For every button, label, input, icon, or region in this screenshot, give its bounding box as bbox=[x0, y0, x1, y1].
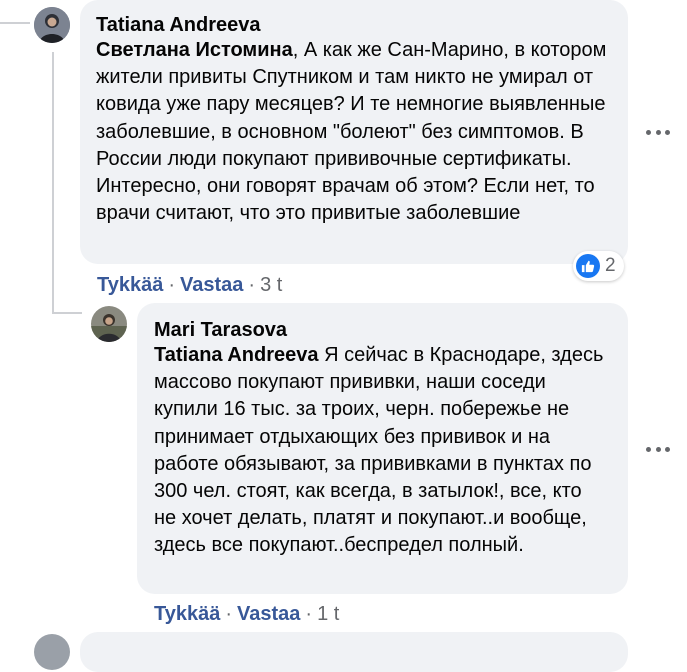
comment-author[interactable]: Tatiana Andreeva bbox=[96, 13, 261, 37]
comment-body: Я сейчас в Краснодаре, здесь массово пок… bbox=[154, 344, 604, 557]
comment-actions: Tykkää · Vastaa · 3 t bbox=[97, 273, 282, 297]
mention-link[interactable]: Tatiana Andreeva bbox=[154, 344, 319, 366]
reply-button[interactable]: Vastaa bbox=[180, 274, 243, 296]
comment-author[interactable]: Mari Tarasova bbox=[154, 318, 287, 342]
reaction-count: 2 bbox=[605, 255, 616, 276]
like-icon bbox=[576, 254, 600, 278]
reply-button[interactable]: Vastaa bbox=[237, 603, 300, 625]
like-button[interactable]: Tykkää bbox=[97, 274, 163, 296]
avatar[interactable] bbox=[91, 306, 127, 342]
comment-actions: Tykkää · Vastaa · 1 t bbox=[154, 602, 339, 626]
reaction-summary[interactable]: 2 bbox=[573, 251, 624, 281]
avatar[interactable] bbox=[34, 7, 70, 43]
separator: · bbox=[225, 603, 233, 625]
separator: · bbox=[305, 603, 313, 625]
like-button[interactable]: Tykkää bbox=[154, 603, 220, 625]
separator: · bbox=[168, 274, 176, 296]
timestamp[interactable]: 3 t bbox=[260, 274, 282, 296]
comment-text: Tatiana Andreeva Я сейчас в Краснодаре, … bbox=[154, 342, 606, 560]
timestamp[interactable]: 1 t bbox=[317, 603, 339, 625]
avatar[interactable] bbox=[34, 634, 70, 670]
more-options-icon[interactable] bbox=[646, 127, 670, 137]
thread-line-branch bbox=[52, 312, 82, 314]
separator: · bbox=[248, 274, 256, 296]
thread-line-top bbox=[0, 22, 30, 24]
thread-line-vertical bbox=[52, 52, 54, 314]
comment-text: Светлана Истомина, А как же Сан-Марино, … bbox=[96, 37, 616, 227]
more-options-icon[interactable] bbox=[646, 444, 670, 454]
comment-body: , А как же Сан-Марино, в котором жители … bbox=[96, 39, 607, 225]
mention-link[interactable]: Светлана Истомина bbox=[96, 39, 293, 61]
comment-bubble bbox=[80, 632, 628, 672]
